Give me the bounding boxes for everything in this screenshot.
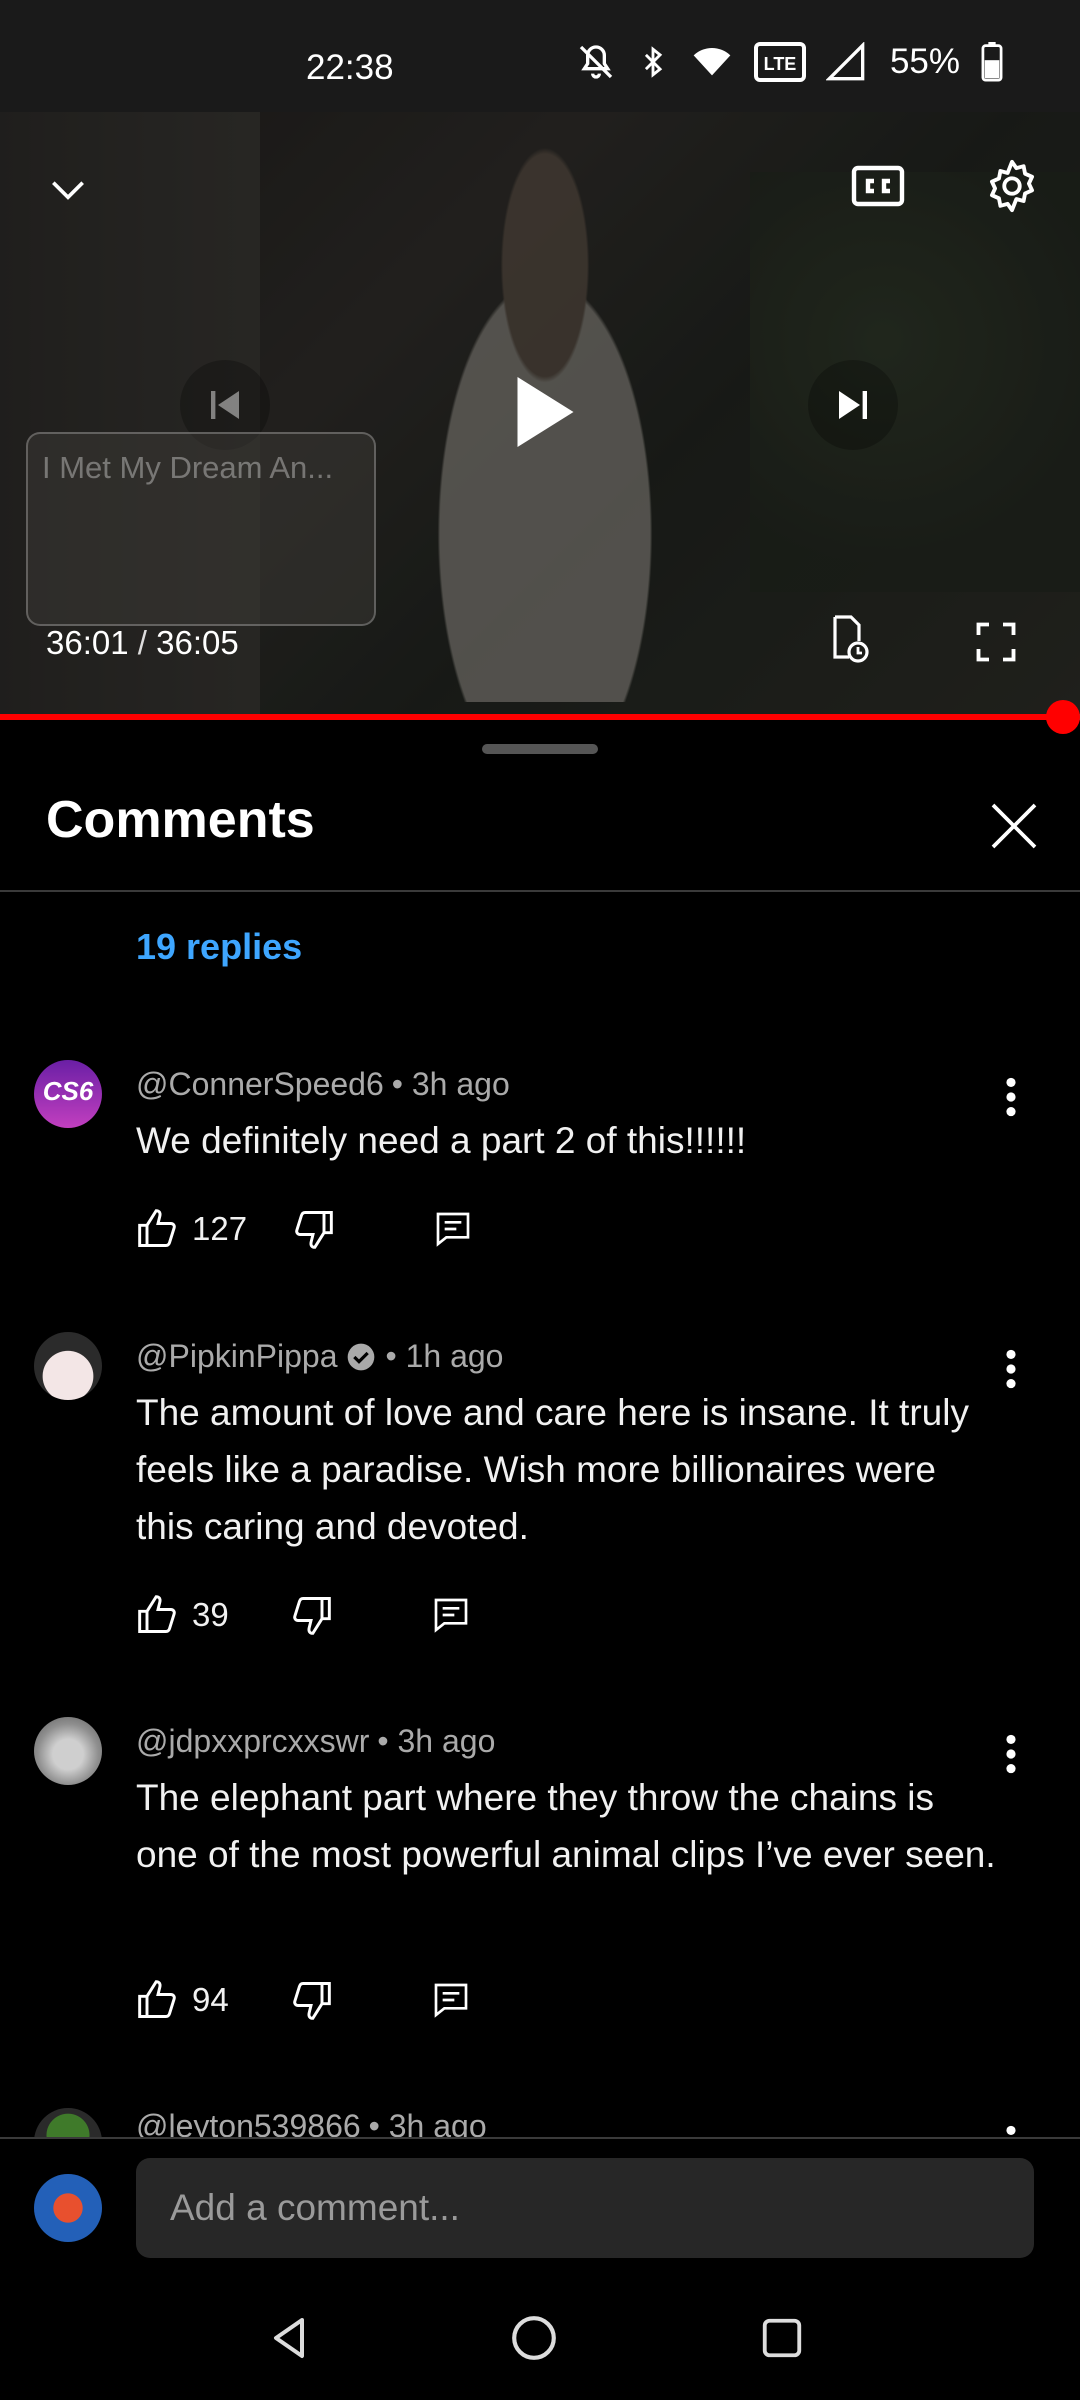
up-next-title: I Met My Dream An... [42, 450, 334, 485]
skip-next-icon[interactable] [808, 360, 898, 450]
comment-author[interactable]: @ConnerSpeed6 [136, 1066, 384, 1103]
status-bar: 22:38 LTE 55% [0, 0, 1080, 112]
comment-author[interactable]: @PipkinPippa [136, 1338, 337, 1375]
like-count: 39 [192, 1596, 229, 1633]
time-separator: / [137, 624, 147, 661]
like-count: 94 [192, 1981, 229, 2018]
comment-time: • 3h ago [377, 1723, 496, 1759]
progress-thumb[interactable] [1046, 700, 1080, 734]
signal-icon [825, 42, 865, 81]
like-count: 127 [192, 1210, 248, 1247]
video-player[interactable]: I Met My Dream An... 36:01 / 36:05 [0, 112, 1080, 717]
dislike-icon[interactable] [289, 1593, 333, 1637]
comment-text: The elephant part where they throw the c… [136, 1777, 996, 1875]
status-icons: LTE 55% [576, 42, 1004, 82]
close-icon[interactable] [986, 798, 1042, 854]
dislike-icon[interactable] [291, 1207, 335, 1251]
bell-off-icon [579, 45, 613, 79]
queue-timer-icon[interactable] [818, 610, 876, 668]
closed-captions-icon[interactable] [848, 156, 908, 216]
svg-text:LTE: LTE [764, 54, 797, 74]
comment-text: The amount of love and care here is insa… [136, 1392, 969, 1547]
comment-input[interactable] [136, 2158, 1034, 2258]
settings-gear-icon[interactable] [980, 154, 1044, 218]
bluetooth-icon [644, 46, 663, 78]
more-vert-icon[interactable] [996, 1344, 1026, 1394]
like-icon[interactable] [136, 1207, 180, 1251]
progress-fill [0, 714, 1078, 720]
comment-time: • 1h ago [385, 1338, 504, 1374]
view-replies-link[interactable]: 19 replies [136, 926, 302, 968]
dislike-icon[interactable] [289, 1978, 333, 2022]
more-vert-icon[interactable] [996, 1729, 1026, 1779]
avatar[interactable] [34, 1717, 102, 1785]
comment-time: • 3h ago [368, 2108, 487, 2137]
wifi-icon [693, 48, 731, 76]
recents-icon[interactable] [742, 2298, 822, 2378]
header-divider [0, 890, 1080, 892]
comment-text: We definitely need a part 2 of this!!!!!… [136, 1120, 747, 1161]
user-avatar[interactable] [34, 2174, 102, 2242]
svg-text:CS6: CS6 [43, 1076, 94, 1106]
verified-icon [348, 1343, 375, 1370]
battery-percent: 55% [889, 42, 960, 81]
reply-icon[interactable] [431, 1594, 471, 1636]
comment-author[interactable]: @leyton539866 [136, 2108, 361, 2137]
up-next-card[interactable]: I Met My Dream An... [26, 432, 376, 626]
battery-icon [981, 42, 1003, 82]
time-current: 36:01 [46, 624, 129, 661]
home-icon[interactable] [494, 2298, 574, 2378]
reply-icon[interactable] [433, 1208, 473, 1250]
time-display: 36:01 / 36:05 [46, 624, 239, 662]
progress-bar[interactable] [0, 700, 1080, 734]
back-icon[interactable] [250, 2298, 330, 2378]
more-vert-icon[interactable] [996, 1072, 1026, 1122]
sheet-drag-handle[interactable] [482, 744, 598, 754]
comments-title: Comments [46, 791, 315, 849]
reply-icon[interactable] [431, 1979, 471, 2021]
comment-author[interactable]: @jdpxxprcxxswr [136, 1723, 369, 1760]
like-icon[interactable] [136, 1978, 180, 2022]
comment-time: • 3h ago [391, 1066, 510, 1102]
comment-item: @leyton539866 • 3h ago [0, 2100, 1080, 2137]
avatar[interactable] [34, 2108, 102, 2137]
status-time: 22:38 [306, 48, 394, 87]
volte-icon: LTE [753, 42, 806, 82]
avatar[interactable] [34, 1332, 102, 1400]
fullscreen-icon[interactable] [968, 614, 1024, 670]
play-icon[interactable] [492, 362, 592, 462]
avatar[interactable]: CS6 [34, 1060, 102, 1128]
time-total: 36:05 [156, 624, 239, 661]
more-vert-icon[interactable] [996, 2120, 1026, 2137]
like-icon[interactable] [136, 1593, 180, 1637]
chevron-down-icon[interactable] [38, 160, 98, 220]
